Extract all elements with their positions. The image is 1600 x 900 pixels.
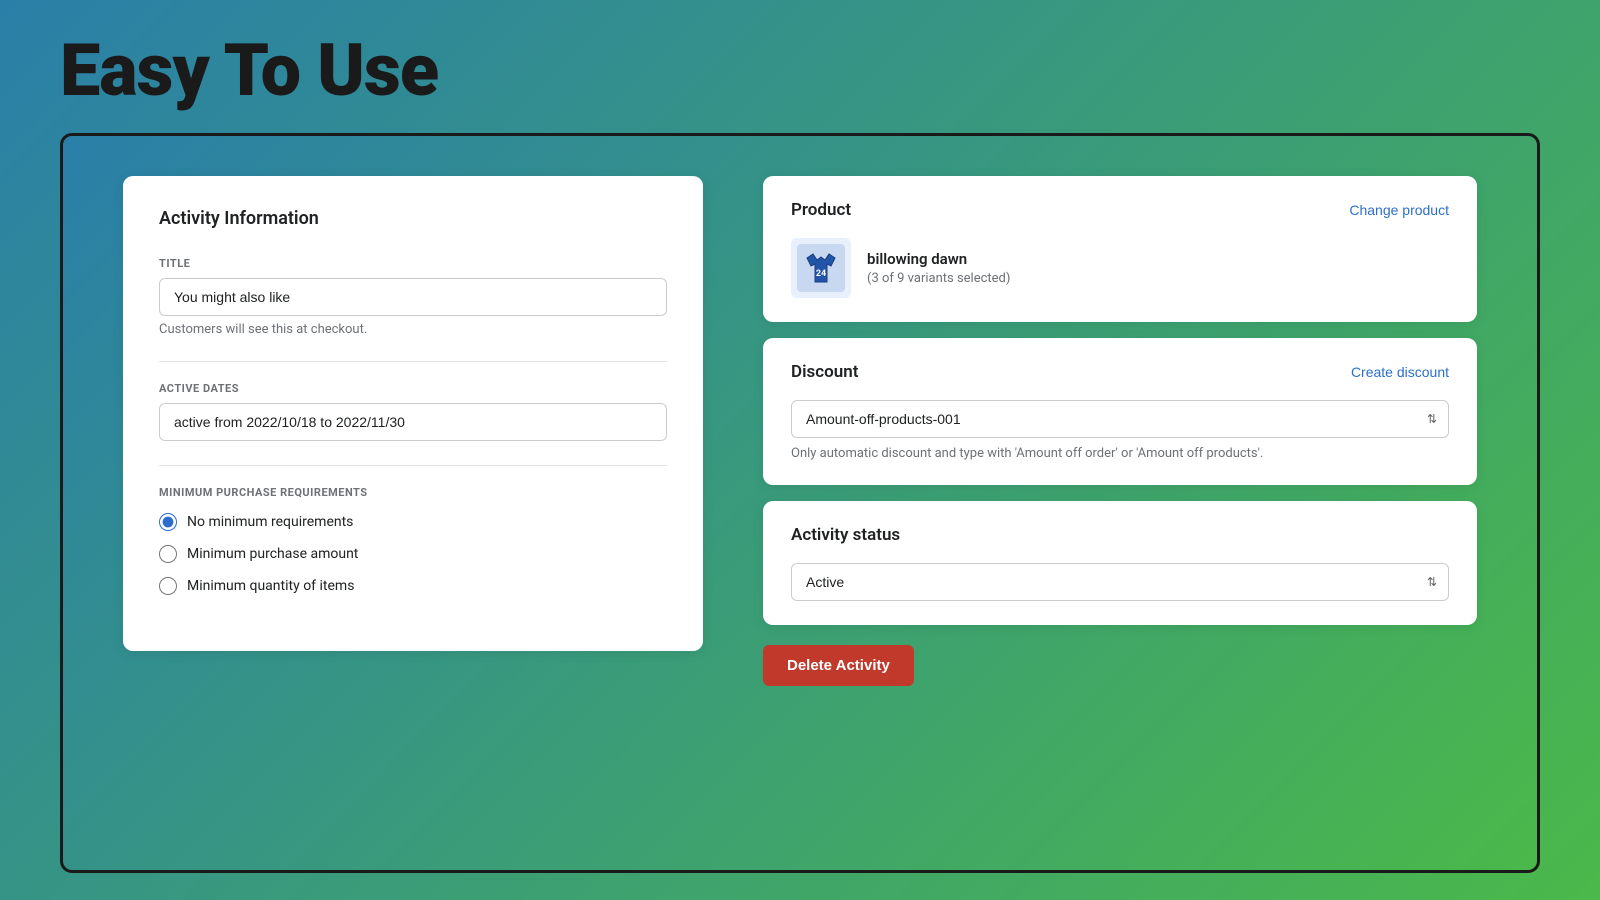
radio-qty-label: Minimum quantity of items xyxy=(187,578,354,594)
title-field-label: TITLE xyxy=(159,257,667,270)
discount-select-wrapper: Amount-off-products-001 Amount-off-order… xyxy=(791,400,1449,438)
product-name: billowing dawn xyxy=(867,250,1010,268)
title-field-group: TITLE Customers will see this at checkou… xyxy=(159,257,667,337)
active-dates-select-wrapper: active from 2022/10/18 to 2022/11/30 xyxy=(159,403,667,441)
svg-text:24: 24 xyxy=(816,269,826,279)
status-card-title: Activity status xyxy=(791,525,900,545)
delete-button-container: Delete Activity xyxy=(763,641,1477,686)
product-image: 24 xyxy=(791,238,851,298)
right-panel: Product Change product 24 billowing dawn xyxy=(763,176,1477,686)
discount-card-title: Discount xyxy=(791,362,858,382)
status-select-wrapper: Active Draft ⇅ xyxy=(791,563,1449,601)
min-purchase-label: MINIMUM PURCHASE REQUIREMENTS xyxy=(159,486,667,499)
create-discount-button[interactable]: Create discount xyxy=(1351,364,1449,380)
title-field-hint: Customers will see this at checkout. xyxy=(159,322,667,337)
product-card-header: Product Change product xyxy=(791,200,1449,220)
active-dates-select[interactable]: active from 2022/10/18 to 2022/11/30 xyxy=(159,403,667,441)
radio-amount[interactable] xyxy=(159,545,177,563)
min-purchase-group: MINIMUM PURCHASE REQUIREMENTS No minimum… xyxy=(159,486,667,595)
title-input[interactable] xyxy=(159,278,667,316)
active-dates-field-group: ACTIVE DATES active from 2022/10/18 to 2… xyxy=(159,382,667,441)
product-variants: (3 of 9 variants selected) xyxy=(867,271,1010,286)
delete-activity-button[interactable]: Delete Activity xyxy=(763,645,914,686)
product-card-title: Product xyxy=(791,200,851,220)
radio-item-qty[interactable]: Minimum quantity of items xyxy=(159,577,667,595)
activity-status-card: Activity status Active Draft ⇅ xyxy=(763,501,1477,625)
radio-amount-label: Minimum purchase amount xyxy=(187,546,358,562)
discount-hint: Only automatic discount and type with 'A… xyxy=(791,446,1449,461)
page-title: Easy To Use xyxy=(0,0,1600,133)
activity-information-panel: Activity Information TITLE Customers wil… xyxy=(123,176,703,651)
status-card-header: Activity status xyxy=(791,525,1449,545)
min-purchase-radio-group: No minimum requirements Minimum purchase… xyxy=(159,513,667,595)
discount-card-header: Discount Create discount xyxy=(791,362,1449,382)
divider-2 xyxy=(159,465,667,466)
active-dates-label: ACTIVE DATES xyxy=(159,382,667,395)
main-frame: Activity Information TITLE Customers wil… xyxy=(60,133,1540,873)
radio-none[interactable] xyxy=(159,513,177,531)
discount-card: Discount Create discount Amount-off-prod… xyxy=(763,338,1477,485)
status-select[interactable]: Active Draft xyxy=(791,563,1449,601)
radio-item-none[interactable]: No minimum requirements xyxy=(159,513,667,531)
product-jersey-icon: 24 xyxy=(797,244,845,292)
change-product-button[interactable]: Change product xyxy=(1349,202,1449,218)
product-info: billowing dawn (3 of 9 variants selected… xyxy=(867,250,1010,286)
product-row: 24 billowing dawn (3 of 9 variants selec… xyxy=(791,238,1449,298)
radio-item-amount[interactable]: Minimum purchase amount xyxy=(159,545,667,563)
discount-select[interactable]: Amount-off-products-001 Amount-off-order… xyxy=(791,400,1449,438)
product-card: Product Change product 24 billowing dawn xyxy=(763,176,1477,322)
divider-1 xyxy=(159,361,667,362)
radio-qty[interactable] xyxy=(159,577,177,595)
radio-none-label: No minimum requirements xyxy=(187,514,353,530)
left-panel-title: Activity Information xyxy=(159,208,667,229)
